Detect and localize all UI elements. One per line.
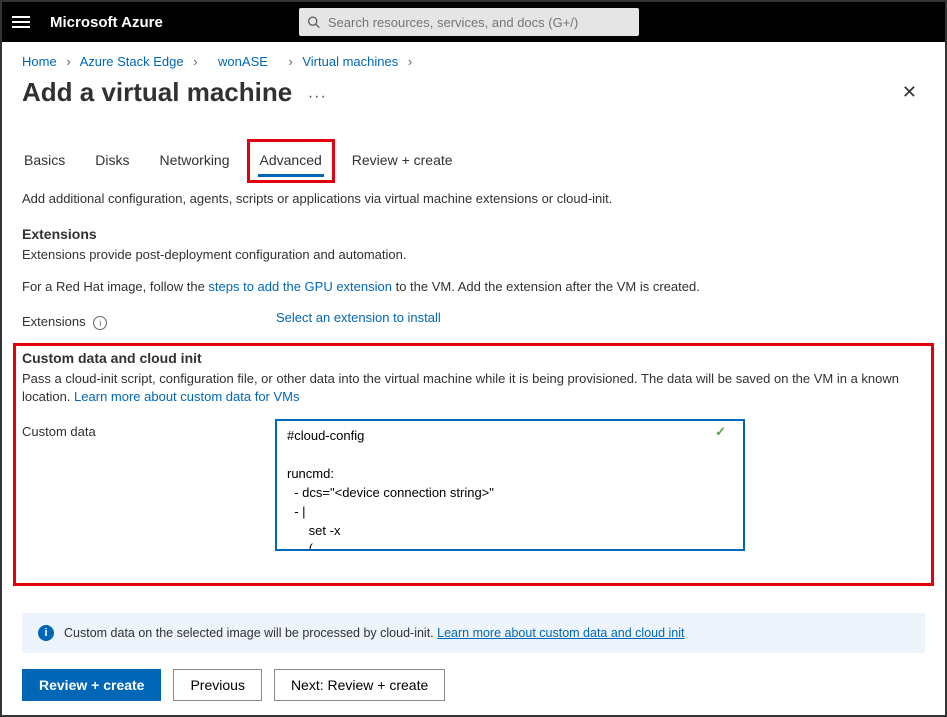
info-icon[interactable]: i [93,316,107,330]
redhat-post: to the VM. Add the extension after the V… [392,279,700,294]
cloudinit-heading: Custom data and cloud init [22,350,925,366]
breadcrumb: Home › Azure Stack Edge › wonASE › Virtu… [2,42,945,75]
search-icon [307,15,320,29]
custom-data-row: Custom data ✓ [22,420,925,553]
chevron-right-icon: › [408,54,412,69]
info-icon: i [38,625,54,641]
custom-data-label: Custom data [22,420,276,439]
chevron-right-icon: › [193,54,197,69]
custom-data-textarea[interactable] [276,420,744,550]
global-search[interactable] [299,8,639,36]
cloudinit-desc: Pass a cloud-init script, configuration … [22,370,925,406]
breadcrumb-vms[interactable]: Virtual machines [302,54,398,69]
tab-networking[interactable]: Networking [157,146,231,179]
tab-advanced[interactable]: Advanced [258,146,324,177]
breadcrumb-home[interactable]: Home [22,54,57,69]
info-banner: i Custom data on the selected image will… [22,613,925,653]
breadcrumb-wonase[interactable]: wonASE [218,54,268,69]
banner-link[interactable]: Learn more about custom data and cloud i… [437,626,684,640]
tabs: Basics Disks Networking Advanced Review … [2,122,945,185]
footer: Review + create Previous Next: Review + … [22,669,445,701]
brand-label: Microsoft Azure [50,14,163,31]
previous-button[interactable]: Previous [173,669,261,701]
select-extension-link[interactable]: Select an extension to install [276,310,441,325]
learn-custom-data-link[interactable]: Learn more about custom data for VMs [74,389,299,404]
extensions-heading: Extensions [22,226,925,242]
tab-disks[interactable]: Disks [93,146,131,179]
next-button[interactable]: Next: Review + create [274,669,445,701]
search-input[interactable] [328,15,631,30]
banner-text: Custom data on the selected image will b… [64,626,437,640]
extensions-label: Extensions i [22,310,276,330]
more-icon[interactable]: ··· [308,88,327,105]
menu-icon[interactable] [12,16,34,28]
extensions-redhat: For a Red Hat image, follow the steps to… [22,278,925,296]
breadcrumb-stack-edge[interactable]: Azure Stack Edge [80,54,184,69]
gpu-extension-link[interactable]: steps to add the GPU extension [208,279,392,294]
top-bar: Microsoft Azure [2,2,945,42]
check-icon: ✓ [715,424,726,440]
intro-text: Add additional configuration, agents, sc… [22,191,925,206]
chevron-right-icon: › [288,54,292,69]
title-row: Add a virtual machine ··· ✕ [2,75,945,122]
tab-basics[interactable]: Basics [22,146,67,179]
chevron-right-icon: › [66,54,70,69]
close-icon[interactable]: ✕ [894,78,925,107]
page-title: Add a virtual machine [22,77,292,107]
tab-review[interactable]: Review + create [350,146,455,179]
extensions-desc: Extensions provide post-deployment confi… [22,246,925,264]
redhat-pre: For a Red Hat image, follow the [22,279,208,294]
extensions-row: Extensions i Select an extension to inst… [22,310,925,330]
extensions-label-text: Extensions [22,314,86,329]
custom-data-section: Custom data and cloud init Pass a cloud-… [16,346,931,583]
review-create-button[interactable]: Review + create [22,669,161,701]
